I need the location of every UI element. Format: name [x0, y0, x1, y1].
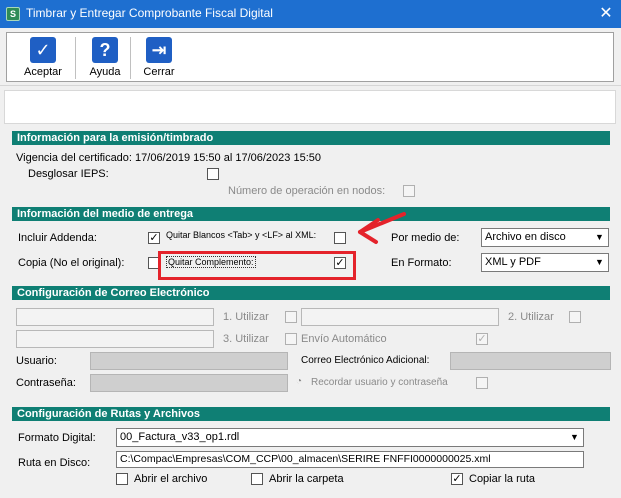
contrasena-input[interactable]	[90, 374, 288, 392]
section-header-rutas: Configuración de Rutas y Archivos	[12, 407, 610, 421]
correo-2-input[interactable]	[301, 308, 499, 326]
utilizar-2-checkbox[interactable]	[569, 311, 581, 323]
sync-icon: ◔	[296, 376, 303, 387]
utilizar-1-checkbox[interactable]	[285, 311, 297, 323]
cerrar-button[interactable]: ⇥ Cerrar	[135, 35, 183, 81]
formato-digital-select[interactable]: 00_Factura_v33_op1.rdl ▼	[116, 428, 584, 447]
formato-digital-value: 00_Factura_v33_op1.rdl	[120, 431, 240, 443]
title-bar: S Timbrar y Entregar Comprobante Fiscal …	[0, 0, 621, 28]
chevron-down-icon: ▼	[570, 432, 579, 442]
check-icon: ✓	[30, 37, 56, 63]
aceptar-label: Aceptar	[24, 66, 62, 78]
numero-operacion-checkbox[interactable]	[403, 185, 415, 197]
formato-select[interactable]: XML y PDF ▼	[481, 253, 609, 272]
vigencia-text: Vigencia del certificado: 17/06/2019 15:…	[16, 152, 321, 164]
ayuda-label: Ayuda	[89, 66, 121, 78]
utilizar-2-label: 2. Utilizar	[508, 311, 554, 323]
numero-operacion-label: Número de operación en nodos:	[228, 185, 386, 197]
desglosar-ieps-checkbox[interactable]	[207, 168, 219, 180]
utilizar-1-label: 1. Utilizar	[223, 311, 269, 323]
formato-label: En Formato:	[391, 257, 452, 269]
toolbar: ✓ Aceptar ? Ayuda ⇥ Cerrar	[0, 28, 621, 86]
envio-automatico-checkbox[interactable]: ✓	[476, 333, 488, 345]
copia-label: Copia (No el original):	[18, 257, 125, 269]
copiar-ruta-label: Copiar la ruta	[469, 473, 536, 485]
por-medio-value: Archivo en disco	[485, 231, 566, 243]
red-highlight-box	[158, 251, 356, 280]
help-icon: ?	[92, 37, 118, 63]
section-header-correo: Configuración de Correo Electrónico	[12, 286, 610, 300]
contrasena-label: Contraseña:	[16, 377, 76, 389]
toolbar-frame: ✓ Aceptar ? Ayuda ⇥ Cerrar	[6, 32, 614, 82]
close-icon: ✕	[599, 5, 613, 22]
utilizar-3-checkbox[interactable]	[285, 333, 297, 345]
window-title: Timbrar y Entregar Comprobante Fiscal Di…	[26, 6, 273, 20]
close-button[interactable]: ✕	[596, 4, 616, 24]
red-arrow-annotation	[358, 212, 406, 244]
toolbar-separator	[75, 37, 76, 79]
ruta-disco-label: Ruta en Disco:	[18, 457, 91, 469]
usuario-label: Usuario:	[16, 355, 57, 367]
incluir-addenda-checkbox[interactable]: ✓	[148, 232, 160, 244]
correo-adicional-label: Correo Electrónico Adicional:	[301, 355, 430, 366]
aceptar-button[interactable]: ✓ Aceptar	[17, 35, 69, 81]
incluir-addenda-label: Incluir Addenda:	[18, 232, 97, 244]
abrir-archivo-label: Abrir el archivo	[134, 473, 208, 485]
utilizar-3-label: 3. Utilizar	[223, 333, 269, 345]
formato-digital-label: Formato Digital:	[18, 432, 96, 444]
usuario-input[interactable]	[90, 352, 288, 370]
info-banner	[4, 90, 616, 124]
abrir-archivo-checkbox[interactable]	[116, 473, 128, 485]
por-medio-select[interactable]: Archivo en disco ▼	[481, 228, 609, 247]
desglosar-ieps-label: Desglosar IEPS:	[28, 168, 109, 180]
ruta-disco-input[interactable]: C:\Compac\Empresas\COM_CCP\00_almacen\SE…	[116, 451, 584, 468]
recordar-label: Recordar usuario y contraseña	[311, 377, 448, 388]
envio-automatico-label: Envío Automático	[301, 333, 387, 345]
formato-value: XML y PDF	[485, 256, 541, 268]
ayuda-button[interactable]: ? Ayuda	[81, 35, 129, 81]
exit-door-icon: ⇥	[146, 37, 172, 63]
recordar-checkbox[interactable]	[476, 377, 488, 389]
app-icon: S	[6, 7, 20, 21]
quitar-blancos-label: Quitar Blancos <Tab> y <LF> al XML:	[166, 230, 317, 240]
chevron-down-icon: ▼	[595, 257, 604, 267]
section-header-entrega: Información del medio de entrega	[12, 207, 610, 221]
section-header-emision: Información para la emisión/timbrado	[12, 131, 610, 145]
toolbar-separator	[130, 37, 131, 79]
correo-1-input[interactable]	[16, 308, 214, 326]
chevron-down-icon: ▼	[595, 232, 604, 242]
correo-3-input[interactable]	[16, 330, 214, 348]
cerrar-label: Cerrar	[143, 66, 175, 78]
abrir-carpeta-label: Abrir la carpeta	[269, 473, 344, 485]
correo-adicional-input[interactable]	[450, 352, 611, 370]
abrir-carpeta-checkbox[interactable]	[251, 473, 263, 485]
copiar-ruta-checkbox[interactable]: ✓	[451, 473, 463, 485]
